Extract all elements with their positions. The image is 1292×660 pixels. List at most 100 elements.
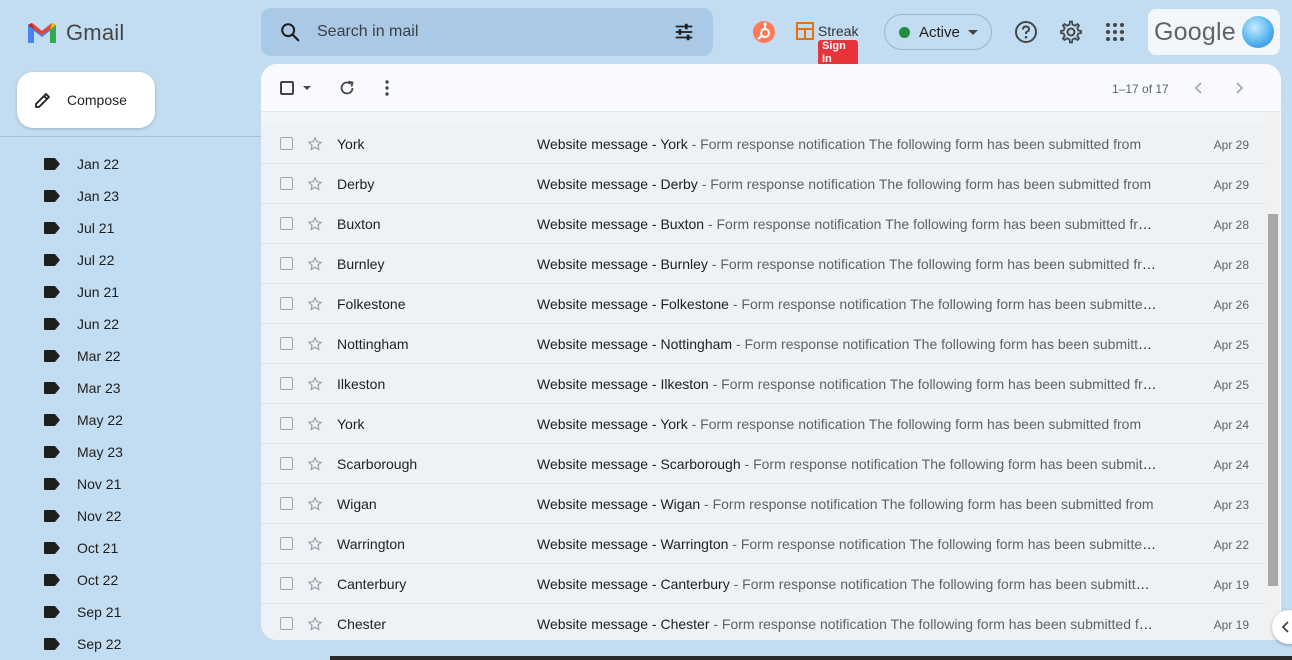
compose-button[interactable]: Compose [17,72,155,128]
search-options-icon[interactable] [673,21,695,43]
sidebar-label-item[interactable]: Jan 22 [0,148,250,180]
email-snippet: - Form response notification The followi… [728,296,1157,312]
refresh-icon[interactable] [338,79,356,97]
row-checkbox[interactable] [280,177,293,190]
row-checkbox[interactable] [280,377,293,390]
star-icon[interactable] [307,456,323,472]
sidebar-label-item[interactable]: Oct 22 [0,564,250,596]
email-row[interactable]: Derby Website message - Derby - Form resp… [261,164,1265,204]
sidebar-label-item[interactable]: Jul 22 [0,244,250,276]
email-row[interactable]: Scarborough Website message - Scarborough… [261,444,1265,484]
email-snippet: - Form response notification The followi… [687,136,1142,152]
row-checkbox[interactable] [280,457,293,470]
row-checkbox[interactable] [280,497,293,510]
email-row[interactable]: Chester Website message - Chester - Form … [261,604,1265,640]
star-icon[interactable] [307,136,323,152]
sidebar-label-item[interactable]: May 23 [0,436,250,468]
row-checkbox[interactable] [280,617,293,630]
sidebar-label-item[interactable]: Mar 23 [0,372,250,404]
star-icon[interactable] [307,496,323,512]
sidebar-label-item[interactable]: Nov 22 [0,500,250,532]
email-date: Apr 29 [1213,138,1249,152]
google-account-button[interactable]: Google [1148,9,1280,55]
help-icon[interactable] [1014,20,1038,44]
sidebar-label-item[interactable]: Mar 22 [0,340,250,372]
email-row[interactable]: York Website message - York - Form respon… [261,124,1265,164]
streak-signin-badge[interactable]: Sign In [818,40,859,66]
star-icon[interactable] [307,576,323,592]
search-bar[interactable] [261,8,713,56]
search-input[interactable] [317,23,647,41]
sidebar-label-item[interactable]: Jun 21 [0,276,250,308]
star-icon[interactable] [307,256,323,272]
star-icon[interactable] [307,216,323,232]
sidebar-label-text: May 23 [77,444,123,460]
row-checkbox[interactable] [280,537,293,550]
more-options-icon[interactable] [379,79,395,97]
sidebar-label-item[interactable]: Nov 21 [0,468,250,500]
scrollbar-thumb[interactable] [1268,214,1278,586]
email-row[interactable]: Canterbury Website message - Canterbury -… [261,564,1265,604]
star-icon[interactable] [307,336,323,352]
sidebar-label-item[interactable]: Jan 23 [0,180,250,212]
star-icon[interactable] [307,376,323,392]
label-tag-icon [44,222,60,234]
apps-grid-icon[interactable] [1103,20,1127,44]
streak-button[interactable]: Streak Sign In [796,22,859,66]
label-tag-icon [44,286,60,298]
email-preview: Website message - Buxton - Form response… [537,216,1157,232]
email-row[interactable]: Burnley Website message - Burnley - Form … [261,244,1265,284]
row-checkbox[interactable] [280,217,293,230]
chevron-right-icon[interactable] [1231,80,1247,96]
email-sender: York [337,416,365,432]
row-checkbox[interactable] [280,297,293,310]
label-tag-icon [44,382,60,394]
email-row[interactable]: Ilkeston Website message - Ilkeston - For… [261,364,1265,404]
select-all-checkbox[interactable] [280,81,294,95]
google-wordmark: Google [1154,17,1236,46]
email-row[interactable]: Warrington Website message - Warrington -… [261,524,1265,564]
avatar[interactable] [1242,16,1274,48]
email-snippet: - Form response notification The followi… [697,176,1152,192]
row-checkbox[interactable] [280,417,293,430]
row-checkbox[interactable] [280,137,293,150]
status-dropdown[interactable]: Active [884,14,992,50]
gmail-logo[interactable]: Gmail [26,18,124,48]
email-row[interactable]: Folkestone Website message - Folkestone -… [261,284,1265,324]
row-checkbox[interactable] [280,257,293,270]
sidebar-label-item[interactable]: Jun 22 [0,308,250,340]
email-subject: Website message - York [537,416,688,432]
sidebar-label-item[interactable]: Oct 21 [0,532,250,564]
sidebar-label-item[interactable]: May 22 [0,404,250,436]
chevron-left-icon[interactable] [1191,80,1207,96]
select-dropdown-caret-icon[interactable] [303,86,311,90]
email-sender: Folkestone [337,296,406,312]
email-row[interactable]: Wigan Website message - Wigan - Form resp… [261,484,1265,524]
row-checkbox[interactable] [280,337,293,350]
star-icon[interactable] [307,616,323,632]
email-preview: Website message - Burnley - Form respons… [537,256,1157,272]
star-icon[interactable] [307,536,323,552]
compose-label: Compose [67,92,127,108]
label-tag-icon [44,158,60,170]
star-icon[interactable] [307,176,323,192]
settings-gear-icon[interactable] [1059,20,1083,44]
email-row[interactable]: Nottingham Website message - Nottingham -… [261,324,1265,364]
email-subject: Website message - York [537,136,688,152]
sidebar-label-item[interactable]: Sep 21 [0,596,250,628]
sidebar-label-text: May 22 [77,412,123,428]
email-date: Apr 25 [1213,378,1249,392]
sidebar-label-item[interactable]: Jul 21 [0,212,250,244]
hubspot-icon[interactable] [752,20,776,44]
email-date: Apr 24 [1213,418,1249,432]
email-list: York Website message - York - Form respon… [261,112,1265,640]
star-icon[interactable] [307,416,323,432]
sidebar-label-text: Jun 21 [77,284,120,300]
email-preview: Website message - Warrington - Form resp… [537,536,1157,552]
email-row[interactable]: York Website message - York - Form respon… [261,404,1265,444]
row-checkbox[interactable] [280,577,293,590]
search-icon[interactable] [279,21,301,43]
star-icon[interactable] [307,296,323,312]
sidebar-label-text: Mar 22 [77,348,121,364]
email-row[interactable]: Buxton Website message - Buxton - Form re… [261,204,1265,244]
